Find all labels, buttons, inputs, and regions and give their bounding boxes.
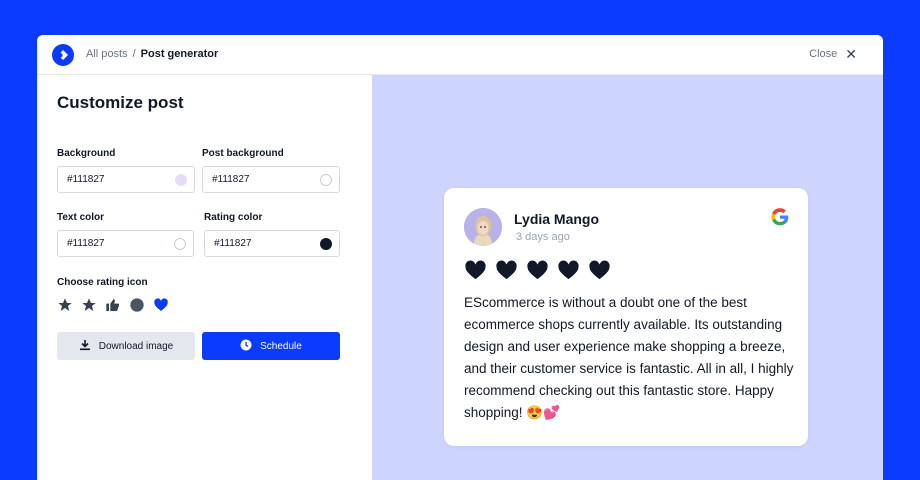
close-button[interactable]: Close ✕ [809, 47, 857, 61]
heart-icon [588, 260, 611, 285]
star-icon[interactable] [57, 297, 73, 313]
post-background-label: Post background [202, 148, 284, 159]
reviewer-name: Lydia Mango [514, 211, 600, 227]
avatar [464, 208, 502, 246]
google-icon [770, 207, 790, 227]
rating-icon-picker [57, 297, 169, 313]
customize-panel: Customize post Background #111827 Post b… [37, 75, 372, 480]
heart-icon [526, 260, 549, 285]
rating-icon-label: Choose rating icon [57, 277, 148, 288]
review-text: EScommerce is without a doubt one of the… [464, 295, 794, 420]
text-color-field[interactable]: #111827 [57, 230, 194, 257]
download-icon [79, 339, 91, 354]
heart-icon [464, 260, 487, 285]
post-generator-window: All posts / Post generator Close ✕ Custo… [37, 35, 883, 480]
close-icon: ✕ [845, 46, 857, 62]
breadcrumb-separator: / [132, 48, 136, 60]
text-color-label: Text color [57, 212, 105, 223]
text-color-swatch[interactable] [174, 238, 186, 250]
schedule-button[interactable]: Schedule [202, 332, 340, 360]
text-color-value: #111827 [67, 238, 105, 249]
app-logo-icon[interactable] [52, 44, 74, 66]
schedule-label: Schedule [260, 340, 302, 352]
review-date: 3 days ago [516, 231, 570, 243]
download-label: Download image [98, 340, 174, 352]
rating-color-label: Rating color [204, 212, 263, 223]
post-background-field[interactable]: #111827 [202, 166, 340, 193]
heart-icon [557, 260, 580, 285]
download-image-button[interactable]: Download image [57, 332, 195, 360]
panel-title: Customize post [57, 93, 184, 112]
rating-color-swatch[interactable] [320, 238, 332, 250]
rating-color-value: #111827 [214, 238, 252, 249]
post-preview: Lydia Mango 3 days ago EScommerce is wit… [372, 75, 883, 480]
heart-icon [495, 260, 518, 285]
post-background-value: #111827 [212, 174, 250, 185]
background-value: #111827 [67, 174, 105, 185]
star-outline-icon[interactable] [81, 297, 97, 313]
close-label: Close [809, 48, 838, 60]
post-background-swatch[interactable] [320, 174, 332, 186]
rating-color-field[interactable]: #111827 [204, 230, 340, 257]
background-swatch[interactable] [175, 174, 187, 186]
heart-icon[interactable] [153, 297, 169, 313]
clock-icon [240, 339, 252, 354]
breadcrumb: All posts / Post generator [86, 48, 218, 60]
background-field[interactable]: #111827 [57, 166, 195, 193]
review-card: Lydia Mango 3 days ago EScommerce is wit… [444, 188, 808, 446]
top-bar: All posts / Post generator Close ✕ [37, 35, 883, 75]
rating-hearts [464, 260, 611, 285]
breadcrumb-current: Post generator [140, 48, 219, 60]
breadcrumb-all-posts[interactable]: All posts [86, 48, 128, 60]
thumbs-up-icon[interactable] [105, 297, 121, 313]
background-label: Background [57, 148, 116, 159]
circle-icon[interactable] [129, 297, 145, 313]
